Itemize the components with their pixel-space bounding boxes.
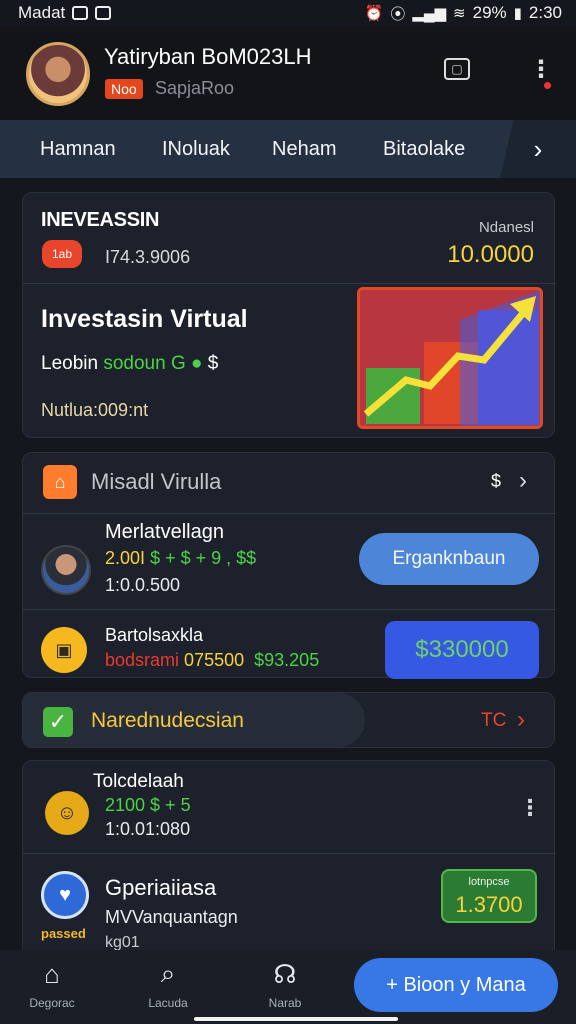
investment-right-value: 10.0000 [447,241,534,268]
value-tag-amount: 1.3700 [455,892,523,917]
row1-yellow-value: 2.00I [105,548,146,568]
avatar[interactable] [26,42,90,106]
shield-badge-icon: ♥ [41,871,89,919]
value-tag[interactable]: lotnpcse 1.3700 [441,869,537,923]
add-button[interactable]: + Bioon y Mana [354,958,558,1012]
mission-row2-title: Bartolsaxkla [105,625,204,645]
profile-header: Yatiryban BoM023LH Noo SapjaRoo ▢ ⋮ [0,26,576,120]
person-avatar [41,545,91,595]
row1-green-value: $ + $ + 9 , $$ [150,548,257,568]
erganknbaun-button[interactable]: Erganknbaun [359,533,539,585]
nav-search[interactable]: ⌕ Lacuda [128,958,208,1010]
wifi-icon: ≋ [453,5,466,22]
nav-home[interactable]: ⌂ Degorac [12,958,92,1011]
mission-row1-sub: 1:0.0.500 [105,575,181,595]
house-icon: ⌂ [43,465,77,499]
mission-card: ⌂ Misadl Virulla $ › Merlatvellagn 2.00I… [22,452,556,679]
growth-chart-icon [357,287,543,429]
coin-icon: ● [191,353,203,374]
tab-hamnan[interactable]: Hamnan [40,138,116,161]
nav-search-label: Lacuda [148,996,188,1010]
more-vertical-icon[interactable]: ⋮ [519,795,541,821]
tab-neham[interactable]: Neham [272,138,336,161]
tab-scroll-chevron-icon[interactable]: › [500,120,576,178]
investment-card[interactable]: INEVEASSIN 1ab I74.3.9006 Ndanesl 10.000… [22,192,556,438]
mission-row1-values: 2.00I $ + $ + 9 , $$ [105,548,256,569]
nav-home-label: Degorac [29,996,75,1010]
passed-badge: passed [41,926,86,941]
investment-line1: Leobin sodoun G ● $ [41,353,218,375]
list-item1-values: 2100 $ + 5 [105,795,191,815]
chevron-right-icon[interactable]: › [517,706,525,734]
row2-green-value: $93.205 [254,650,320,670]
list-item2-title: Gperiaiiasa [105,875,217,900]
tc-label: TC [481,710,507,731]
status-bar: Madat ⏰ ⦿ ▂▄▆ ≋ 29% ▮ 2:30 [0,0,576,26]
divider [23,513,556,514]
value-tag-label: lotnpcse [468,876,510,888]
nav-support-label: Narab [268,996,302,1010]
investment-title: Investasin Virtual [41,305,248,333]
dollar-icon: $ [491,471,502,491]
clock: 2:30 [528,3,562,22]
profile-tag: Noo [105,79,143,99]
mission-row1-title: Merlatvellagn [105,521,224,543]
home-icon: ⌂ [44,958,60,989]
headphones-icon: ☊ [273,958,297,989]
mission-title: Misadl Virulla [91,469,222,494]
tab-inoluak[interactable]: INoluak [162,138,230,161]
line1-prefix: Leobin [41,353,99,374]
tab-bitaolake[interactable]: Bitaolake [383,138,465,161]
battery-icon: ▮ [513,5,522,22]
list-item2-sub: MVVanquantagn [105,907,238,927]
chat-badge-icon: 1ab [42,240,82,268]
investment-line2: Nutlua:009:nt [41,400,149,420]
alarm-icon: ⏰ [364,5,384,22]
screen-icon[interactable]: ▢ [444,58,470,80]
carrier-text: Madat [18,3,66,22]
gold-coin-icon: ☺ [45,791,89,835]
bottom-nav: ⌂ Degorac ⌕ Lacuda ☊ Narab + Bioon y Man… [0,950,576,1024]
notification-icon [95,6,112,20]
investment-number: I74.3.9006 [105,247,191,267]
divider [23,609,556,610]
list-item1-title: Tolcdelaah [93,771,184,792]
price-button[interactable]: $330000 [385,621,539,679]
nav-support[interactable]: ☊ Narab [245,958,325,1011]
home-indicator[interactable] [194,1017,398,1021]
investment-header: INEVEASSIN [41,209,160,231]
status-right: ⏰ ⦿ ▂▄▆ ≋ 29% ▮ 2:30 [365,3,562,24]
tab-bar: Hamnan INoluak Neham Bitaolake › [0,120,576,178]
vibrate-icon: ⦿ [390,5,406,23]
check-icon: ✓ [43,707,73,737]
more-icon[interactable]: ⋮ [528,56,554,83]
notification-dot [544,82,551,89]
profile-subtitle: SapjaRoo [155,78,235,98]
line1-suffix: $ [207,353,219,374]
investment-right-label: Ndanesl [478,219,534,236]
chevron-right-icon[interactable]: › [519,467,527,495]
status-left: Madat [18,3,112,23]
mission-row2-values: bodsrami 075500 $93.205 [105,650,319,671]
list-item1-sub: 1:0.01:080 [105,819,191,839]
signal-icon: ▂▄▆ [412,5,447,22]
battery-percent: 29% [472,3,507,22]
search-icon: ⌕ [160,958,176,988]
notification-bar[interactable]: ✓ Narednudecsian TC › [22,692,555,748]
message-icon [72,6,89,20]
profile-name: Yatiryban BoM023LH [104,44,312,69]
divider [23,853,556,854]
list-card: ☺ Tolcdelaah 2100 $ + 5 1:0.01:080 ⋮ ♥ p… [22,760,556,951]
row2-red-value: bodsrami [105,650,180,670]
line1-green: sodoun G [103,353,186,374]
divider [23,283,556,284]
row2-yellow-value: 075500 [184,650,245,670]
notification-text: Narednudecsian [91,709,244,732]
robot-icon: ▣ [41,627,87,673]
